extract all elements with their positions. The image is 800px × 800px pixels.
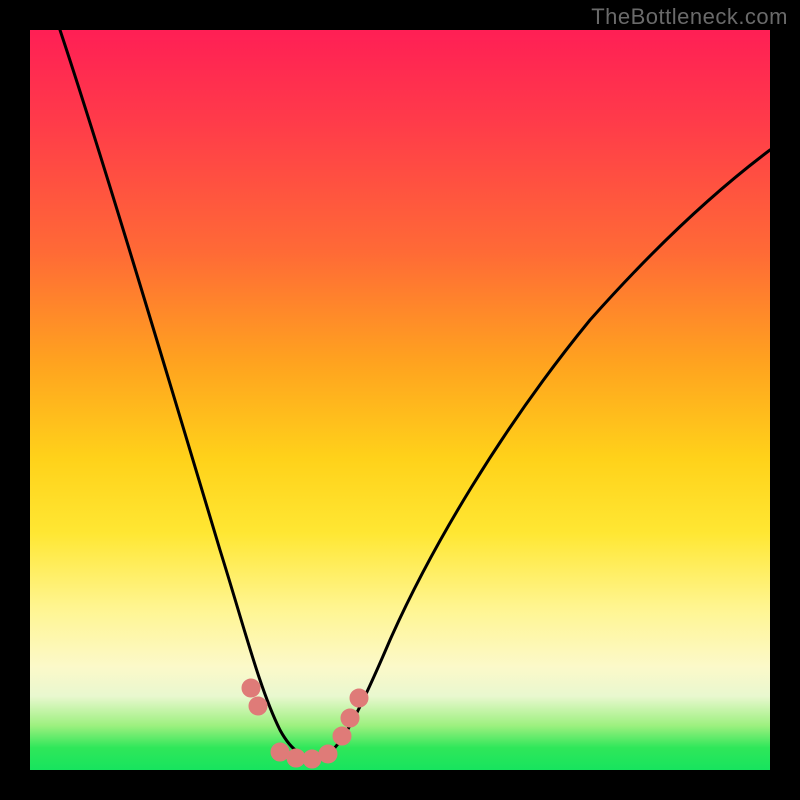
curve-layer <box>30 30 770 770</box>
chart-stage: TheBottleneck.com <box>0 0 800 800</box>
bottleneck-curve <box>60 30 770 758</box>
highlight-beads <box>242 679 368 768</box>
watermark-text: TheBottleneck.com <box>591 4 788 30</box>
plot-area <box>30 30 770 770</box>
